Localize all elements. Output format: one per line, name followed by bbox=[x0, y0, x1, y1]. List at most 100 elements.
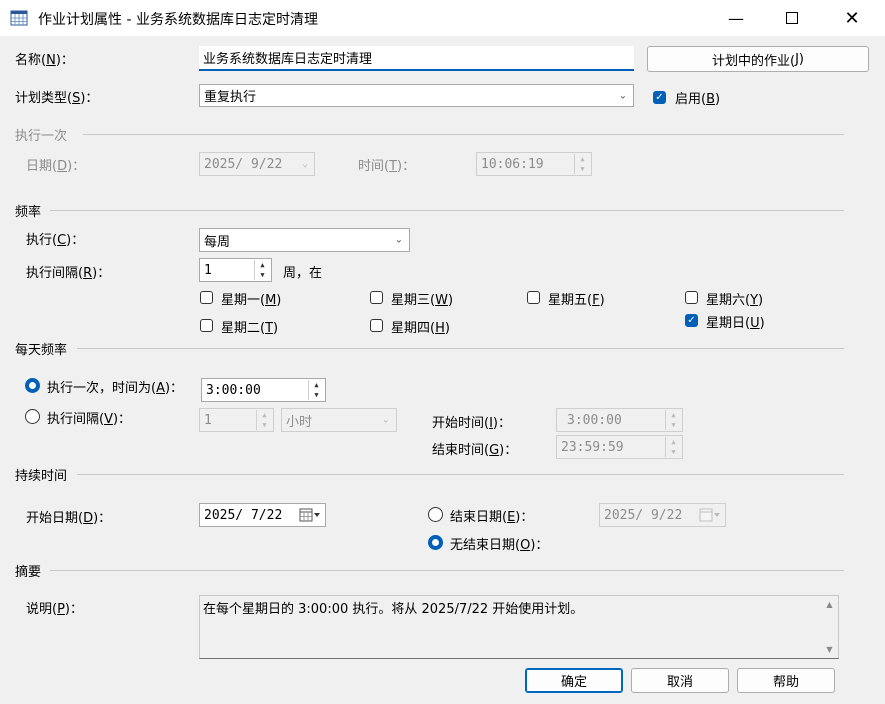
name-input[interactable]: 业务系统数据库日志定时清理 bbox=[199, 46, 634, 71]
schedule-type-label: 计划类型(S)： bbox=[15, 91, 99, 106]
arrow-up-icon: ▲ bbox=[260, 261, 265, 269]
one-time-section-title: 执行一次 bbox=[15, 129, 68, 144]
frequency-section-title: 频率 bbox=[15, 205, 42, 220]
chevron-down-icon: ⌄ bbox=[618, 90, 627, 101]
once-time-label: 时间(T)： bbox=[358, 159, 416, 174]
scroll-down-icon[interactable]: ▼ bbox=[826, 645, 832, 654]
tuesday-checkbox[interactable] bbox=[200, 319, 213, 332]
help-button[interactable]: 帮助 bbox=[737, 668, 835, 693]
friday-label: 星期五(F) bbox=[548, 293, 605, 308]
arrow-down-icon: ▼ bbox=[671, 421, 676, 429]
arrow-down-icon: ▼ bbox=[262, 421, 267, 429]
start-time-spinner[interactable]: 3:00:00 ▲ ▼ bbox=[556, 408, 683, 432]
scroll-up-icon[interactable]: ▲ bbox=[826, 600, 832, 609]
occurs-once-time-spinner[interactable]: 3:00:00 ▲ ▼ bbox=[201, 378, 326, 402]
calendar-dropdown-icon[interactable] bbox=[699, 508, 721, 522]
window-title: 作业计划属性 - 业务系统数据库日志定时清理 bbox=[38, 12, 318, 28]
chevron-down-icon: ⌄ bbox=[301, 158, 308, 170]
check-icon: ✓ bbox=[655, 92, 664, 103]
duration-section-title: 持续时间 bbox=[15, 469, 68, 484]
maximize-icon bbox=[786, 12, 798, 24]
daily-frequency-section-title: 每天频率 bbox=[15, 343, 68, 358]
once-time-spinner[interactable]: 10:06:19 ▲ ▼ bbox=[476, 152, 592, 176]
recurs-every-spinner[interactable]: 1 ▲ ▼ bbox=[199, 258, 272, 282]
check-icon: ✓ bbox=[687, 315, 696, 326]
calendar-dropdown-icon[interactable] bbox=[299, 508, 321, 522]
once-date-picker[interactable]: 2025/ 9/22 ⌄ bbox=[199, 152, 315, 176]
end-date-radio[interactable] bbox=[428, 507, 443, 522]
occurs-once-radio[interactable] bbox=[25, 378, 40, 393]
once-date-label: 日期(D)： bbox=[26, 159, 86, 174]
chevron-down-icon: ⌄ bbox=[394, 234, 403, 246]
occurs-every-label: 执行间隔(V)： bbox=[47, 412, 132, 427]
description-label: 说明(P)： bbox=[26, 602, 83, 617]
arrow-up-icon: ▲ bbox=[314, 381, 319, 389]
spinner-arrows[interactable]: ▲ ▼ bbox=[574, 154, 590, 174]
close-button[interactable]: ✕ bbox=[829, 0, 875, 36]
jobs-in-schedule-button[interactable]: 计划中的作业(J) bbox=[647, 46, 869, 72]
end-time-label: 结束时间(G)： bbox=[432, 443, 518, 458]
arrow-down-icon: ▼ bbox=[314, 391, 319, 399]
spinner-arrows[interactable]: ▲ ▼ bbox=[665, 410, 681, 430]
name-label: 名称(N)： bbox=[15, 53, 74, 68]
spinner-arrows[interactable]: ▲ ▼ bbox=[256, 410, 272, 430]
saturday-label: 星期六(Y) bbox=[706, 293, 764, 308]
separator bbox=[50, 570, 844, 571]
end-date-label: 结束日期(E)： bbox=[450, 510, 534, 525]
thursday-checkbox[interactable] bbox=[370, 319, 383, 332]
cancel-button[interactable]: 取消 bbox=[631, 668, 729, 693]
saturday-checkbox[interactable] bbox=[685, 291, 698, 304]
separator bbox=[50, 210, 844, 211]
friday-checkbox[interactable] bbox=[527, 291, 540, 304]
occurs-every-spinner[interactable]: 1 ▲ ▼ bbox=[199, 408, 274, 432]
occurs-once-label: 执行一次，时间为(A)： bbox=[47, 381, 184, 396]
wednesday-checkbox[interactable] bbox=[370, 291, 383, 304]
arrow-up-icon: ▲ bbox=[671, 438, 676, 446]
arrow-down-icon: ▼ bbox=[260, 271, 265, 279]
wednesday-label: 星期三(W) bbox=[391, 293, 454, 308]
occurs-every-unit-select[interactable]: 小时 ⌄ bbox=[281, 408, 397, 432]
spinner-arrows[interactable]: ▲ ▼ bbox=[254, 260, 270, 280]
vertical-scrollbar[interactable]: ▲ ▼ bbox=[821, 596, 838, 658]
description-text: 在每个星期日的 3:00:00 执行。将从 2025/7/22 开始使用计划。 bbox=[203, 602, 584, 617]
start-time-label: 开始时间(I)： bbox=[432, 416, 511, 431]
summary-section-title: 摘要 bbox=[15, 565, 42, 580]
separator bbox=[77, 348, 844, 349]
tuesday-label: 星期二(T) bbox=[221, 321, 279, 336]
recurs-every-label: 执行间隔(R)： bbox=[26, 266, 111, 281]
recurs-unit-label: 周，在 bbox=[283, 266, 323, 281]
no-end-date-radio[interactable] bbox=[428, 535, 443, 550]
monday-label: 星期一(M) bbox=[221, 293, 282, 308]
separator bbox=[83, 134, 844, 135]
minimize-icon: — bbox=[728, 8, 744, 28]
close-icon: ✕ bbox=[844, 7, 860, 29]
minimize-button[interactable]: — bbox=[713, 0, 759, 36]
spinner-arrows[interactable]: ▲ ▼ bbox=[308, 380, 324, 400]
occurs-label: 执行(C)： bbox=[26, 233, 85, 248]
occurs-every-radio[interactable] bbox=[25, 409, 40, 424]
no-end-date-label: 无结束日期(O)： bbox=[450, 538, 549, 553]
maximize-button[interactable] bbox=[769, 0, 815, 36]
arrow-down-icon: ▼ bbox=[671, 448, 676, 456]
spinner-arrows[interactable]: ▲ ▼ bbox=[665, 437, 681, 457]
schedule-type-select[interactable]: 重复执行 ⌄ bbox=[199, 84, 634, 107]
start-date-label: 开始日期(D)： bbox=[26, 511, 112, 526]
start-date-picker[interactable]: 2025/ 7/22 bbox=[199, 503, 326, 527]
enabled-checkbox[interactable]: ✓ bbox=[653, 91, 666, 104]
separator bbox=[77, 474, 844, 475]
occurs-select[interactable]: 每周 ⌄ bbox=[199, 228, 410, 252]
ok-button[interactable]: 确定 bbox=[525, 668, 623, 693]
end-time-spinner[interactable]: 23:59:59 ▲ ▼ bbox=[556, 435, 683, 459]
arrow-up-icon: ▲ bbox=[262, 411, 267, 419]
description-textarea[interactable]: 在每个星期日的 3:00:00 执行。将从 2025/7/22 开始使用计划。 … bbox=[199, 595, 839, 659]
title-bar: 作业计划属性 - 业务系统数据库日志定时清理 — ✕ bbox=[0, 0, 885, 36]
monday-checkbox[interactable] bbox=[200, 291, 213, 304]
arrow-down-icon: ▼ bbox=[580, 165, 585, 173]
enabled-label: 启用(B) bbox=[675, 92, 721, 107]
sunday-checkbox[interactable]: ✓ bbox=[685, 314, 698, 327]
chevron-down-icon: ⌄ bbox=[381, 414, 390, 426]
calendar-grid-icon bbox=[10, 9, 28, 27]
end-date-picker[interactable]: 2025/ 9/22 bbox=[599, 503, 726, 527]
arrow-up-icon: ▲ bbox=[671, 411, 676, 419]
sunday-label: 星期日(U) bbox=[706, 316, 765, 331]
